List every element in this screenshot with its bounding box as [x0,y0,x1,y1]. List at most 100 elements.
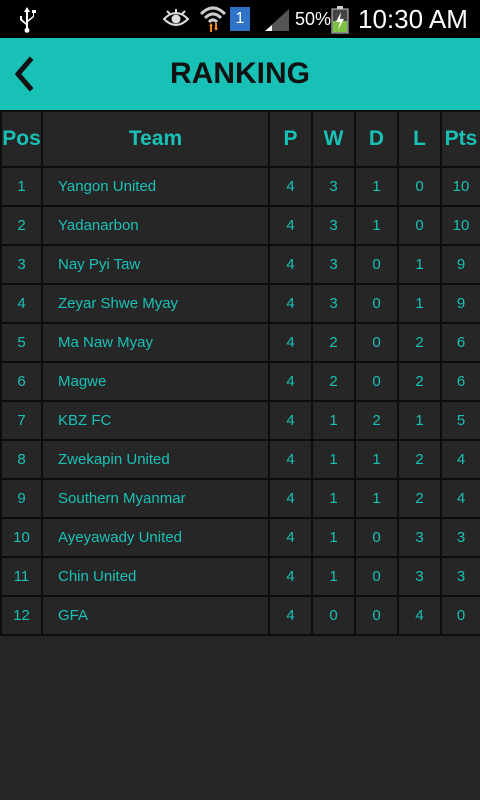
points-cell: 9 [440,283,480,324]
points-cell: 0 [440,595,480,636]
points-cell: 6 [440,322,480,363]
lost-cell: 2 [397,361,442,402]
played-cell: 4 [268,439,313,480]
points-cell: 9 [440,244,480,285]
played-cell: 4 [268,322,313,363]
drawn-cell: 1 [354,205,399,246]
won-cell: 3 [311,205,356,246]
points-cell: 3 [440,517,480,558]
won-cell: 0 [311,595,356,636]
won-cell: 2 [311,322,356,363]
played-cell: 4 [268,517,313,558]
team-cell: Chin United [41,556,270,597]
drawn-cell: 0 [354,556,399,597]
header-pos: Pos [0,110,43,168]
won-cell: 1 [311,556,356,597]
won-cell: 1 [311,517,356,558]
points-cell: 4 [440,439,480,480]
team-cell: Ayeyawady United [41,517,270,558]
played-cell: 4 [268,244,313,285]
eye-icon [162,9,190,34]
table-row[interactable]: 7 KBZ FC 4 1 2 1 5 [0,400,480,441]
pos-cell: 2 [0,205,43,246]
pos-cell: 1 [0,166,43,207]
lost-cell: 1 [397,244,442,285]
played-cell: 4 [268,361,313,402]
drawn-cell: 0 [354,322,399,363]
team-cell: Ma Naw Myay [41,322,270,363]
won-cell: 1 [311,439,356,480]
drawn-cell: 1 [354,478,399,519]
table-row[interactable]: 3 Nay Pyi Taw 4 3 0 1 9 [0,244,480,285]
lost-cell: 2 [397,439,442,480]
points-cell: 6 [440,361,480,402]
pos-cell: 5 [0,322,43,363]
points-cell: 5 [440,400,480,441]
table-row[interactable]: 4 Zeyar Shwe Myay 4 3 0 1 9 [0,283,480,324]
team-cell: Yadanarbon [41,205,270,246]
team-cell: GFA [41,595,270,636]
lost-cell: 2 [397,478,442,519]
clock-time: 10:30 AM [358,4,468,34]
table-row[interactable]: 9 Southern Myanmar 4 1 1 2 4 [0,478,480,519]
team-cell: Magwe [41,361,270,402]
won-cell: 3 [311,283,356,324]
table-row[interactable]: 12 GFA 4 0 0 4 0 [0,595,480,636]
drawn-cell: 0 [354,283,399,324]
drawn-cell: 2 [354,400,399,441]
back-button[interactable] [6,50,50,98]
lost-cell: 1 [397,283,442,324]
played-cell: 4 [268,556,313,597]
played-cell: 4 [268,595,313,636]
points-cell: 3 [440,556,480,597]
chevron-left-icon [14,56,34,92]
header-won: W [311,110,356,168]
points-cell: 10 [440,166,480,207]
drawn-cell: 0 [354,361,399,402]
pos-cell: 4 [0,283,43,324]
lost-cell: 0 [397,205,442,246]
team-cell: KBZ FC [41,400,270,441]
team-cell: Zeyar Shwe Myay [41,283,270,324]
lost-cell: 2 [397,322,442,363]
pos-cell: 11 [0,556,43,597]
table-row[interactable]: 8 Zwekapin United 4 1 1 2 4 [0,439,480,480]
team-cell: Zwekapin United [41,439,270,480]
pos-cell: 10 [0,517,43,558]
drawn-cell: 0 [354,244,399,285]
drawn-cell: 1 [354,439,399,480]
table-row[interactable]: 1 Yangon United 4 3 1 0 10 [0,166,480,207]
played-cell: 4 [268,478,313,519]
header-points: Pts [440,110,480,168]
table-row[interactable]: 6 Magwe 4 2 0 2 6 [0,361,480,402]
ranking-table-container: Pos Team P W D L Pts 1 Yangon United 4 3 1 0 1… [0,110,480,636]
points-cell: 4 [440,478,480,519]
drawn-cell: 0 [354,517,399,558]
lost-cell: 3 [397,556,442,597]
drawn-cell: 1 [354,166,399,207]
header-team: Team [41,110,270,168]
signal-icon [264,8,290,37]
table-row[interactable]: 2 Yadanarbon 4 3 1 0 10 [0,205,480,246]
table-row[interactable]: 5 Ma Naw Myay 4 2 0 2 6 [0,322,480,363]
played-cell: 4 [268,166,313,207]
sim-icon: 1 [230,7,250,31]
page-title: RANKING [170,57,310,90]
pos-cell: 8 [0,439,43,480]
played-cell: 4 [268,400,313,441]
pos-cell: 12 [0,595,43,636]
lost-cell: 4 [397,595,442,636]
won-cell: 1 [311,478,356,519]
table-header-row: Pos Team P W D L Pts [0,110,480,168]
won-cell: 2 [311,361,356,402]
lost-cell: 1 [397,400,442,441]
pos-cell: 9 [0,478,43,519]
usb-icon [16,5,38,38]
pos-cell: 7 [0,400,43,441]
header-played: P [268,110,313,168]
battery-percent: 50% [295,9,332,29]
table-row[interactable]: 10 Ayeyawady United 4 1 0 3 3 [0,517,480,558]
table-row[interactable]: 11 Chin United 4 1 0 3 3 [0,556,480,597]
won-cell: 1 [311,400,356,441]
pos-cell: 3 [0,244,43,285]
